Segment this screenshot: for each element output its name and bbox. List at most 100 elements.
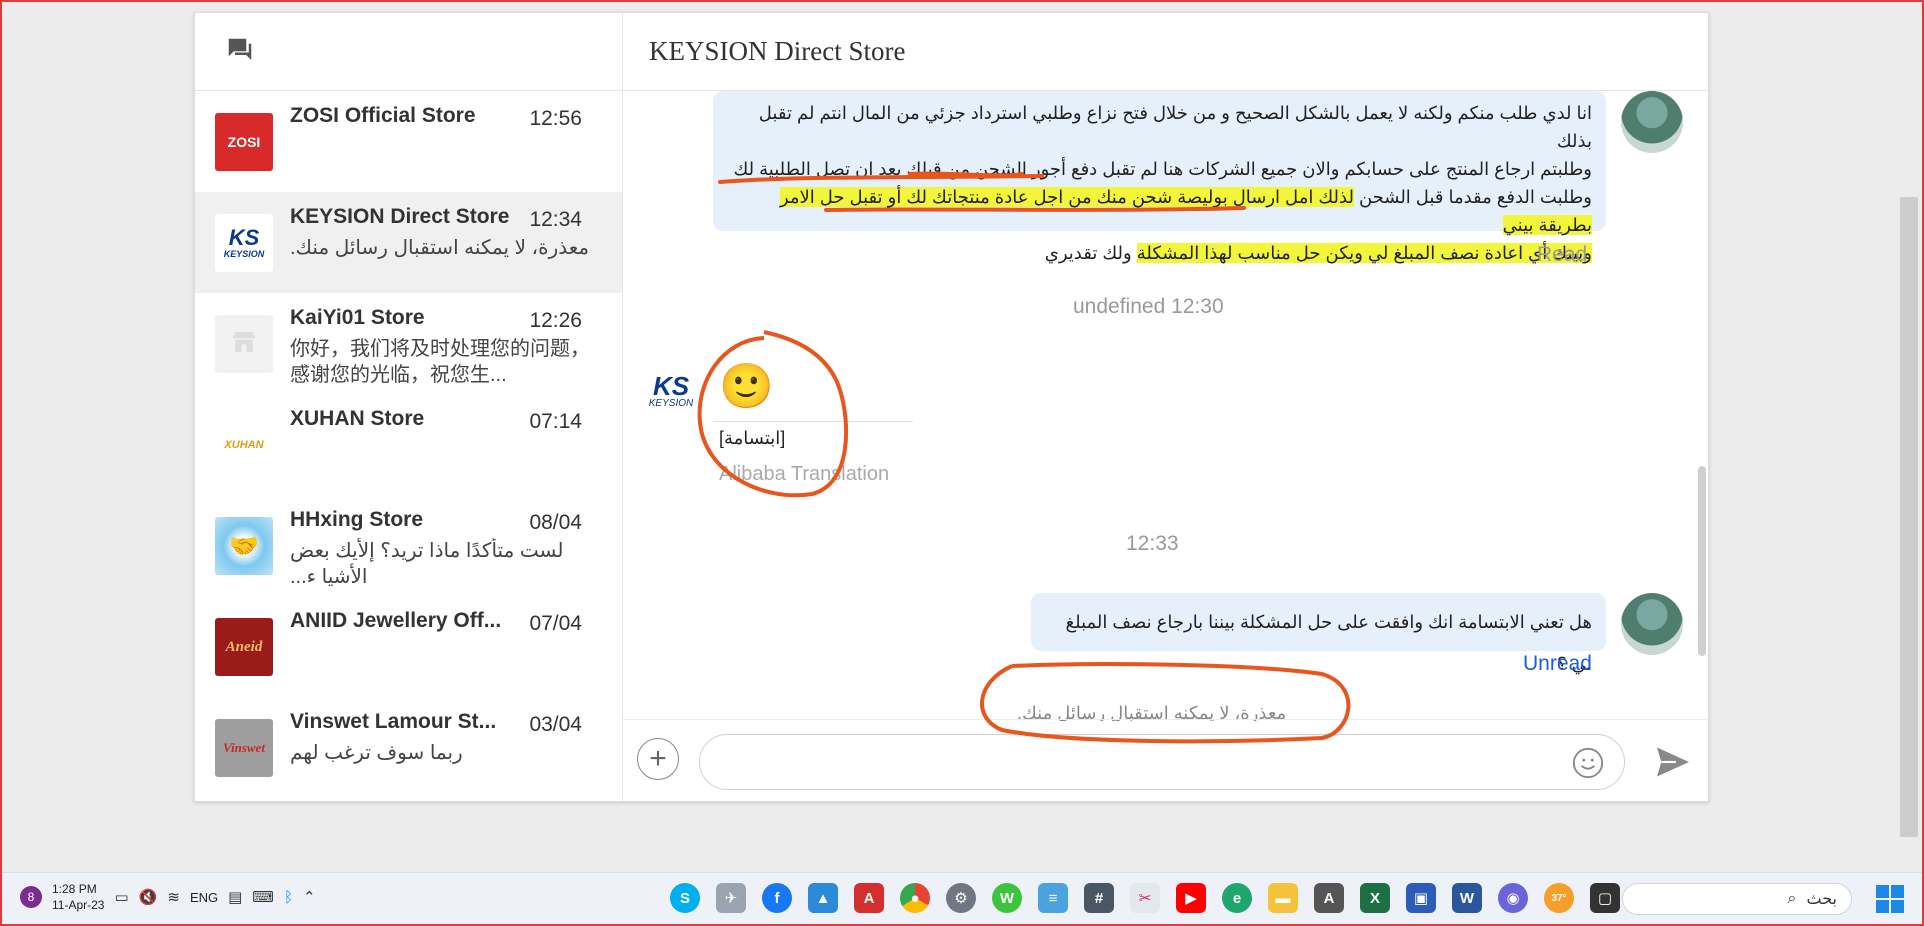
store-avatar: KS KEYSION	[648, 370, 694, 409]
store-avatar: KS KEYSION	[215, 214, 273, 272]
conversation-name: ANIID Jewellery Off...	[290, 609, 502, 632]
conversation-name: XUHAN Store	[290, 407, 425, 430]
conversation-item-kaiyi[interactable]: KaiYi01 Store 12:26 你好，我们将及时处理您的问题，感谢您的光…	[195, 293, 622, 394]
conversation-item-zosi[interactable]: ZOSI ZOSI Official Store 12:56	[195, 91, 622, 192]
conversation-preview: ربما سوف ترغب لهم	[290, 742, 463, 764]
incoming-message: 🙂 [ابتسامة] Alibaba Translation	[713, 361, 913, 486]
message-line: انا لدي طلب منكم ولكنه لا يعمل بالشكل ال…	[758, 103, 1592, 151]
file-explorer-icon[interactable]: ▬	[1268, 883, 1298, 913]
settings-gear-icon[interactable]: ⚙	[946, 883, 976, 913]
system-tray: 8 1:28 PM 11-Apr-23 ▭ 🔇 ≋ ENG ▤ ⌨ ᛒ ⌃	[20, 881, 316, 913]
sidebar-header	[195, 13, 622, 91]
excel-icon[interactable]: X	[1360, 883, 1390, 913]
battery-icon[interactable]: ▭	[114, 888, 128, 906]
windows-start-icon[interactable]	[1876, 885, 1904, 913]
chat-scrollbar[interactable]	[1698, 466, 1706, 656]
message-line: وطلبتم ارجاع المنتج على حسابكم والان جمي…	[733, 159, 1593, 179]
taskbar-apps: S ✈ f ▲ A ● ⚙ W ≡ # ✂ ▶ e ▬ A X ▣ W ◉ 37…	[670, 883, 1620, 913]
conversation-list: ZOSI ZOSI Official Store 12:56 KS KEYSIO…	[195, 91, 622, 798]
search-icon: ⌕	[1787, 890, 1797, 907]
conversation-item-keysion[interactable]: KS KEYSION KEYSION Direct Store 12:34 مع…	[195, 192, 622, 293]
smile-emoji: 🙂	[719, 362, 774, 411]
word-icon[interactable]: W	[1452, 883, 1482, 913]
store-avatar: XUHAN	[215, 416, 273, 474]
message-input[interactable]	[699, 734, 1625, 790]
chat-header: KEYSION Direct Store	[623, 13, 1708, 91]
notepad-icon[interactable]: ≡	[1038, 883, 1068, 913]
edge-icon[interactable]: e	[1222, 883, 1252, 913]
store-avatar: ZOSI	[215, 113, 273, 171]
send-icon[interactable]	[1655, 746, 1691, 783]
page-scrollbar[interactable]	[1898, 12, 1920, 842]
app-a-icon[interactable]: A	[1314, 883, 1344, 913]
incoming-message-text: [ابتسامة]	[719, 428, 786, 448]
chat-title: KEYSION Direct Store	[649, 36, 906, 66]
message-timestamp: undefined 12:30	[1073, 295, 1224, 318]
taskbar-search[interactable]: بحث ⌕	[1622, 883, 1852, 915]
handshake-icon: 🤝	[229, 532, 259, 560]
conversation-time: 12:26	[529, 309, 582, 332]
acrobat-icon[interactable]: A	[854, 883, 884, 913]
conversation-name: Vinswet Lamour St...	[290, 710, 497, 733]
speaker-muted-icon[interactable]: 🔇	[139, 888, 158, 906]
store-avatar: Vinswet	[215, 719, 273, 777]
language-indicator[interactable]: ENG	[190, 890, 218, 905]
read-status: Read	[1537, 243, 1588, 266]
airplane-icon[interactable]: ✈	[716, 883, 746, 913]
search-label: بحث	[1806, 891, 1838, 908]
calculator-icon[interactable]: #	[1084, 883, 1114, 913]
emoji-icon[interactable]	[1571, 746, 1605, 785]
message-timestamp: 12:33	[1126, 532, 1179, 555]
facebook-icon[interactable]: f	[762, 883, 792, 913]
snipping-tool-icon[interactable]: ✂	[1130, 883, 1160, 913]
taskbar: 8 1:28 PM 11-Apr-23 ▭ 🔇 ≋ ENG ▤ ⌨ ᛒ ⌃ S …	[2, 872, 1922, 924]
attach-button[interactable]: +	[637, 738, 679, 780]
store-avatar: 🤝	[215, 517, 273, 575]
chevron-up-icon[interactable]: ⌃	[303, 888, 316, 906]
conversation-item-xuhan[interactable]: XUHAN XUHAN Store 07:14	[195, 394, 622, 495]
store-avatar: Aneid	[215, 618, 273, 676]
conversation-item-vinswet[interactable]: Vinswet Vinswet Lamour St... 03/04 ربما …	[195, 697, 622, 798]
message-line: وطلبت الدفع مقدما قبل الشحن لذلك امل ارس…	[779, 187, 1592, 235]
photos-icon[interactable]: ▲	[808, 883, 838, 913]
store-bag-icon[interactable]: ▣	[1406, 883, 1436, 913]
conversation-time: 03/04	[529, 713, 582, 736]
keysion-wordmark: KEYSION	[223, 249, 265, 259]
conversation-item-aniid[interactable]: Aneid ANIID Jewellery Off... 07/04	[195, 596, 622, 697]
conversation-time: 12:56	[529, 107, 582, 130]
conversation-preview: لست متأكدًا ماذا تريد؟ إلأيك بعض الأشيا …	[290, 540, 564, 588]
bluetooth-icon[interactable]: ᛒ	[284, 889, 293, 906]
message-list[interactable]: انا لدي طلب منكم ولكنه لا يعمل بالشكل ال…	[623, 91, 1708, 721]
clock[interactable]: 1:28 PM 11-Apr-23	[52, 881, 104, 913]
outgoing-message: هل تعني الابتسامة انك وافقت على حل المشك…	[1031, 593, 1606, 674]
skype-icon[interactable]: S	[670, 883, 700, 913]
conversation-name: HHxing Store	[290, 508, 424, 531]
wechat-icon[interactable]: W	[992, 883, 1022, 913]
weather-icon[interactable]: 37°	[1544, 883, 1574, 913]
wifi-icon[interactable]: ≋	[167, 888, 180, 906]
conversation-preview: 你好，我们将及时处理您的问题，感谢您的光临，祝您生...	[290, 338, 590, 386]
conversation-item-hhxing[interactable]: 🤝 HHxing Store 08/04 لست متأكدًا ماذا تر…	[195, 495, 622, 596]
conversation-name: KaiYi01 Store	[290, 306, 425, 329]
task-view-icon[interactable]: ▢	[1590, 883, 1620, 913]
conversation-time: 07:14	[529, 410, 582, 433]
user-avatar	[1621, 593, 1683, 655]
touch-keyboard-icon[interactable]: ▤	[228, 888, 242, 906]
chat-app-icon[interactable]: ◉	[1498, 883, 1528, 913]
page-scroll-thumb[interactable]	[1900, 197, 1918, 837]
conversation-name: KEYSION Direct Store	[290, 205, 510, 228]
chat-main: KEYSION Direct Store انا لدي طلب منكم ول…	[623, 13, 1708, 801]
conversation-sidebar: ZOSI ZOSI Official Store 12:56 KS KEYSIO…	[195, 13, 623, 801]
unread-status: Unread	[1523, 652, 1592, 675]
chat-bubbles-icon[interactable]	[225, 35, 255, 70]
chat-window: ZOSI ZOSI Official Store 12:56 KS KEYSIO…	[194, 12, 1709, 802]
chrome-icon[interactable]: ●	[900, 883, 930, 913]
notification-badge[interactable]: 8	[20, 886, 42, 908]
outgoing-message: انا لدي طلب منكم ولكنه لا يعمل بالشكل ال…	[713, 91, 1606, 263]
youtube-icon[interactable]: ▶	[1176, 883, 1206, 913]
message-line: وبينك أي اعادة نصف المبلغ لي ويكن حل منا…	[1044, 243, 1592, 263]
conversation-preview: معذرة، لا يمكنه استقبال رسائل منك.	[290, 237, 590, 259]
translation-label: Alibaba Translation	[719, 463, 890, 485]
keyboard-icon[interactable]: ⌨	[252, 888, 274, 906]
keysion-wordmark: KEYSION	[648, 397, 694, 409]
